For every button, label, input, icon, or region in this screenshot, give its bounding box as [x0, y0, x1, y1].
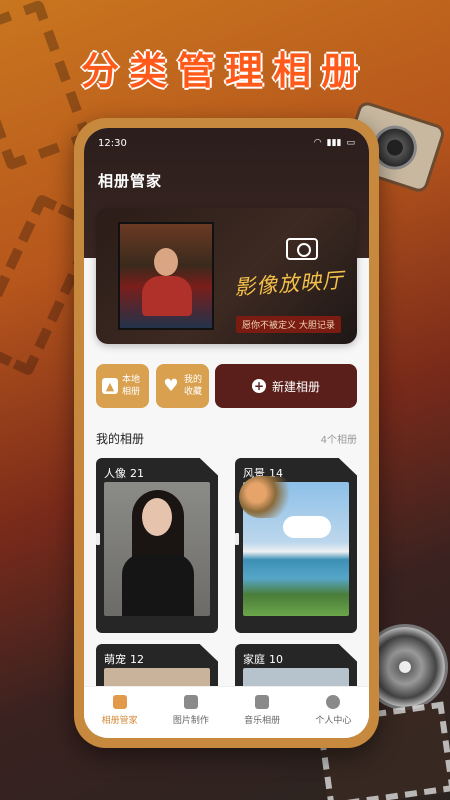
- promo-headline: 分类管理相册: [80, 49, 369, 93]
- home-icon: [112, 695, 127, 709]
- status-bar: 12:30 ◠ ▮▮▮ ▭: [98, 134, 355, 152]
- wifi-icon: ◠: [313, 138, 322, 148]
- favorites-button[interactable]: ♥ 我的收藏: [156, 364, 209, 408]
- phone-frame: 12:30 ◠ ▮▮▮ ▭ 相册管家 影像放映厅 愿你不被定义 大胆记录 ▲ 本…: [74, 118, 379, 748]
- status-time: 12:30: [98, 137, 127, 149]
- banner-title: 影像放映厅: [233, 268, 345, 300]
- album-cover: [239, 476, 349, 616]
- album-name: 家庭 10: [243, 653, 283, 666]
- album-count: 4个相册: [320, 435, 357, 446]
- section-title: 我的相册: [96, 432, 145, 446]
- tab-image-maker[interactable]: 图片制作: [155, 687, 226, 738]
- favorites-label: 我的收藏: [184, 375, 203, 397]
- banner-photo: [118, 222, 214, 330]
- album-name: 萌宠 12: [104, 653, 144, 666]
- bottom-tab-bar: 相册管家 图片制作 音乐相册 个人中心: [84, 686, 369, 738]
- battery-icon: ▭: [346, 138, 355, 148]
- album-cover: [104, 482, 210, 616]
- local-album-button[interactable]: ▲ 本地相册: [96, 364, 149, 408]
- image-icon: ▲: [102, 378, 118, 394]
- plus-icon: +: [251, 379, 266, 393]
- new-album-button[interactable]: + 新建相册: [215, 364, 357, 408]
- local-album-label: 本地相册: [122, 375, 141, 397]
- album-card-landscape[interactable]: 风景 14: [235, 458, 357, 633]
- quick-actions: ▲ 本地相册 ♥ 我的收藏 + 新建相册: [96, 364, 357, 408]
- profile-icon: [326, 695, 341, 709]
- signal-icon: ▮▮▮: [326, 138, 342, 148]
- camera-icon: [286, 238, 318, 260]
- app-screen: 12:30 ◠ ▮▮▮ ▭ 相册管家 影像放映厅 愿你不被定义 大胆记录 ▲ 本…: [84, 128, 369, 738]
- image-icon: [183, 695, 198, 709]
- page-title: 相册管家: [98, 172, 163, 190]
- my-albums-header: 我的相册 4个相册: [96, 430, 357, 447]
- status-icons: ◠ ▮▮▮ ▭: [314, 138, 355, 148]
- album-name: 人像 21: [104, 467, 144, 480]
- album-card-portrait[interactable]: 人像 21: [96, 458, 218, 633]
- tab-album-manager[interactable]: 相册管家: [84, 687, 155, 738]
- heart-icon: ♥: [163, 376, 179, 396]
- tab-profile[interactable]: 个人中心: [298, 687, 369, 738]
- promo-banner[interactable]: 影像放映厅 愿你不被定义 大胆记录: [96, 208, 357, 344]
- new-album-label: 新建相册: [271, 379, 320, 394]
- tab-music-album[interactable]: 音乐相册: [227, 687, 298, 738]
- banner-subtitle: 愿你不被定义 大胆记录: [236, 316, 341, 333]
- music-icon: [255, 695, 270, 709]
